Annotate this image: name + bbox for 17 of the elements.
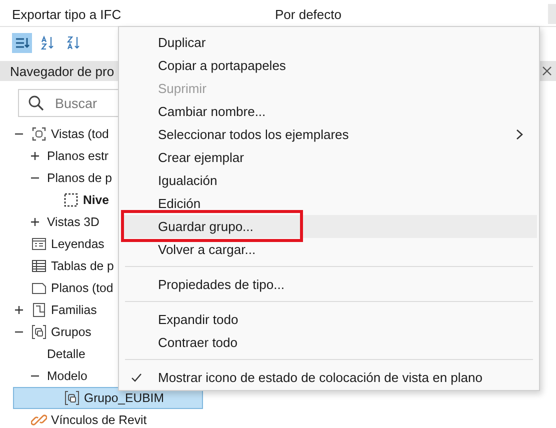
tree-label: Nive <box>83 193 109 207</box>
panel-title: Navegador de pro <box>10 64 114 78</box>
tree-label: Leyendas <box>51 237 104 251</box>
tree-label: Vistas (tod <box>51 127 109 141</box>
tree-label: Vistas 3D <box>47 215 100 229</box>
tree-label: Familias <box>51 303 97 317</box>
tree-label: Grupo_EUBIM <box>84 391 164 405</box>
tree-label: Detalle <box>47 347 86 361</box>
tree-label: Planos estr <box>47 149 109 163</box>
tree-label: Grupos <box>51 325 92 339</box>
tree-label: Tablas de p <box>51 259 114 273</box>
tree-label: Vínculos de Revit <box>51 413 147 427</box>
tree-label: Planos (tod <box>51 281 114 295</box>
property-value: Por defecto <box>275 6 342 22</box>
property-label: Exportar tipo a IFC <box>11 6 122 22</box>
tree-label: Modelo <box>47 369 88 383</box>
tree-label: Planos de p <box>47 171 112 185</box>
